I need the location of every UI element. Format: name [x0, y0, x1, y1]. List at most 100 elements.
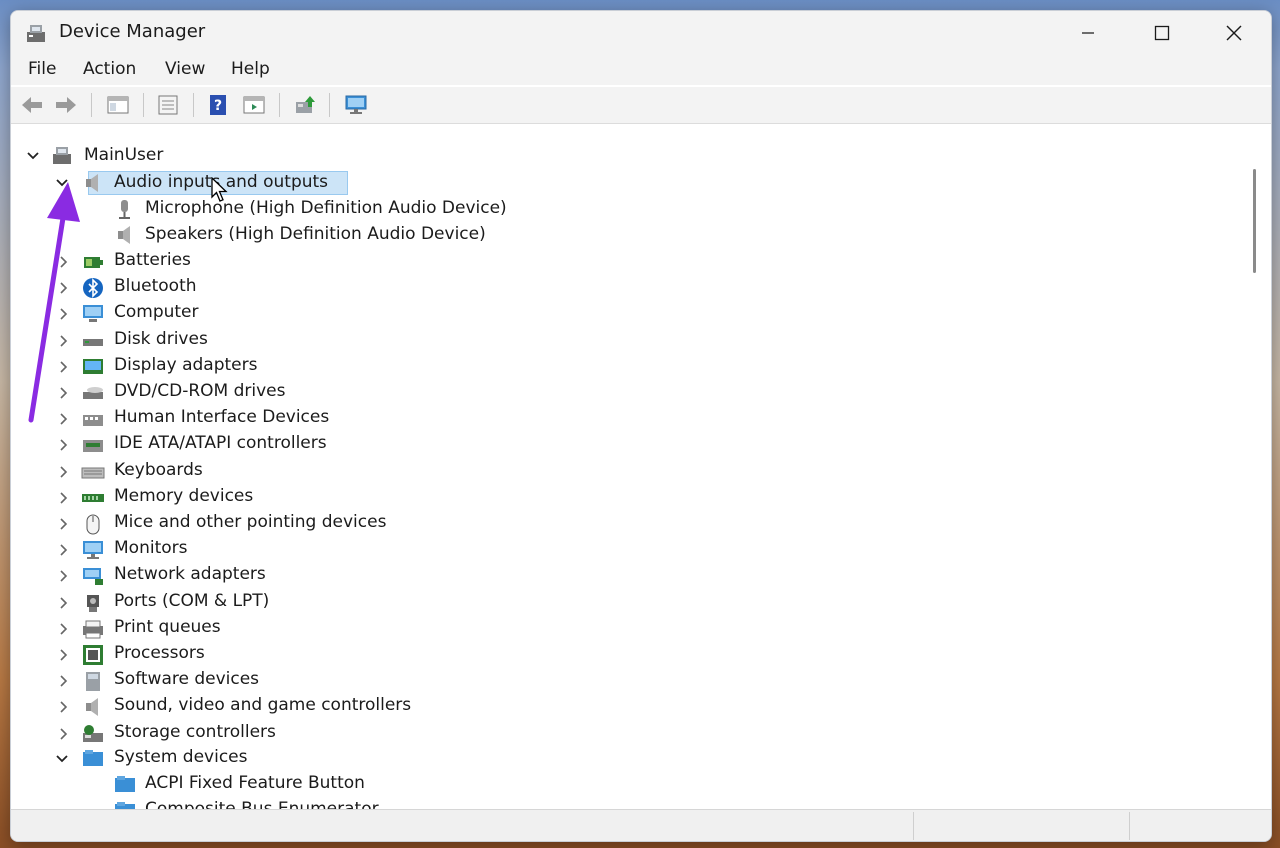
port-icon: [87, 594, 99, 612]
forward-button[interactable]: [53, 93, 79, 117]
microphone-icon: [119, 200, 130, 219]
chevron-right-icon[interactable]: [55, 673, 71, 689]
svg-text:?: ?: [214, 98, 222, 114]
menu-action[interactable]: Action: [79, 59, 140, 79]
speaker-icon: [118, 226, 130, 244]
console-tree-icon: [107, 96, 129, 114]
tree-category-item[interactable]: Processors: [114, 643, 205, 663]
view-button[interactable]: [241, 93, 267, 117]
chevron-right-icon[interactable]: [55, 333, 71, 349]
tree-category-item[interactable]: Mice and other pointing devices: [114, 512, 386, 532]
tree-category-item[interactable]: Ports (COM & LPT): [114, 591, 269, 611]
chevron-down-icon[interactable]: [54, 751, 70, 767]
status-bar: [11, 809, 1271, 841]
update-driver-button[interactable]: [292, 93, 318, 117]
chevron-right-icon[interactable]: [55, 490, 71, 506]
tree-device-speakers[interactable]: Speakers (High Definition Audio Device): [145, 224, 486, 244]
keyboard-icon: [81, 467, 105, 479]
help-icon: ?: [210, 95, 226, 115]
toolbar-separator: [329, 93, 330, 117]
software-device-icon: [86, 672, 100, 692]
tree-category-item[interactable]: Disk drives: [114, 329, 208, 349]
tree-category-system-devices[interactable]: System devices: [114, 747, 248, 767]
update-driver-icon: [296, 96, 315, 113]
ide-controller-icon: [83, 440, 103, 453]
tree-category-item[interactable]: Network adapters: [114, 564, 266, 584]
maximize-button[interactable]: [1125, 11, 1199, 55]
close-button[interactable]: [1197, 11, 1271, 55]
back-button[interactable]: [19, 93, 45, 117]
network-adapter-icon: [83, 568, 103, 586]
scan-hardware-button[interactable]: [343, 93, 369, 117]
tree-device-composite-bus[interactable]: Composite Bus Enumerator: [145, 799, 379, 809]
computer-icon: [83, 305, 103, 323]
tree-category-item[interactable]: DVD/CD-ROM drives: [114, 381, 285, 401]
tree-category-item[interactable]: Memory devices: [114, 486, 253, 506]
toolbar-separator: [279, 93, 280, 117]
maximize-icon: [1154, 25, 1170, 41]
tree-category-item[interactable]: Sound, video and game controllers: [114, 695, 411, 715]
properties-button[interactable]: [155, 93, 181, 117]
toolbar: ?: [11, 87, 1271, 124]
tree-category-item[interactable]: Computer: [114, 302, 199, 322]
speaker-icon: [86, 174, 98, 192]
vertical-scrollbar[interactable]: [1247, 131, 1271, 809]
sound-icon: [86, 698, 98, 717]
chevron-right-icon[interactable]: [55, 254, 71, 270]
menu-bar: File Action View Help: [11, 55, 1271, 85]
chevron-right-icon[interactable]: [55, 542, 71, 558]
tree-root-label[interactable]: MainUser: [84, 145, 163, 165]
properties-icon: [158, 95, 178, 115]
minimize-icon: [1082, 32, 1094, 34]
device-tree: MainUser Audio inputs and outputs Microp…: [11, 124, 1239, 809]
chevron-right-icon[interactable]: [55, 647, 71, 663]
help-button[interactable]: ?: [205, 93, 231, 117]
menu-view[interactable]: View: [161, 59, 209, 79]
display-adapter-icon: [83, 358, 103, 374]
chevron-right-icon[interactable]: [55, 411, 71, 427]
tree-category-item[interactable]: Batteries: [114, 250, 191, 270]
chevron-down-icon[interactable]: [54, 175, 70, 191]
tree-category-item[interactable]: Keyboards: [114, 460, 203, 480]
tree-category-item[interactable]: Software devices: [114, 669, 259, 689]
mouse-icon: [86, 514, 100, 535]
chevron-down-icon[interactable]: [25, 148, 41, 164]
system-devices-icon: [83, 750, 103, 766]
chevron-right-icon[interactable]: [55, 699, 71, 715]
tree-device-acpi[interactable]: ACPI Fixed Feature Button: [145, 773, 365, 793]
minimize-button[interactable]: [1051, 11, 1125, 55]
toolbar-separator: [91, 93, 92, 117]
tree-category-item[interactable]: Print queues: [114, 617, 221, 637]
storage-controller-icon: [83, 724, 103, 742]
menu-file[interactable]: File: [24, 59, 60, 79]
chevron-right-icon[interactable]: [55, 437, 71, 453]
chevron-right-icon[interactable]: [55, 464, 71, 480]
memory-icon: [82, 493, 104, 502]
chevron-right-icon[interactable]: [55, 280, 71, 296]
chevron-right-icon[interactable]: [55, 621, 71, 637]
tree-category-item[interactable]: Human Interface Devices: [114, 407, 329, 427]
chevron-right-icon[interactable]: [55, 595, 71, 611]
toolbar-separator: [193, 93, 194, 117]
status-divider: [913, 812, 914, 840]
tree-category-item[interactable]: Bluetooth: [114, 276, 197, 296]
chevron-right-icon[interactable]: [55, 306, 71, 322]
monitor-icon: [345, 95, 367, 114]
chevron-right-icon[interactable]: [55, 726, 71, 742]
chevron-right-icon[interactable]: [55, 516, 71, 532]
tree-category-item[interactable]: Monitors: [114, 538, 187, 558]
dvd-drive-icon: [83, 387, 103, 399]
device-manager-window: Device Manager File Action View Help ? M…: [10, 10, 1272, 842]
tree-category-item[interactable]: Storage controllers: [114, 722, 276, 742]
console-tree-button[interactable]: [105, 93, 131, 117]
tree-device-microphone[interactable]: Microphone (High Definition Audio Device…: [145, 198, 507, 218]
scrollbar-thumb[interactable]: [1253, 169, 1256, 273]
tree-category-item[interactable]: Display adapters: [114, 355, 257, 375]
menu-help[interactable]: Help: [227, 59, 274, 79]
tree-category-item[interactable]: IDE ATA/ATAPI controllers: [114, 433, 327, 453]
chevron-right-icon[interactable]: [55, 568, 71, 584]
chevron-right-icon[interactable]: [55, 385, 71, 401]
chevron-right-icon[interactable]: [55, 359, 71, 375]
title-bar: Device Manager: [11, 11, 1271, 55]
view-icon: [243, 96, 265, 114]
